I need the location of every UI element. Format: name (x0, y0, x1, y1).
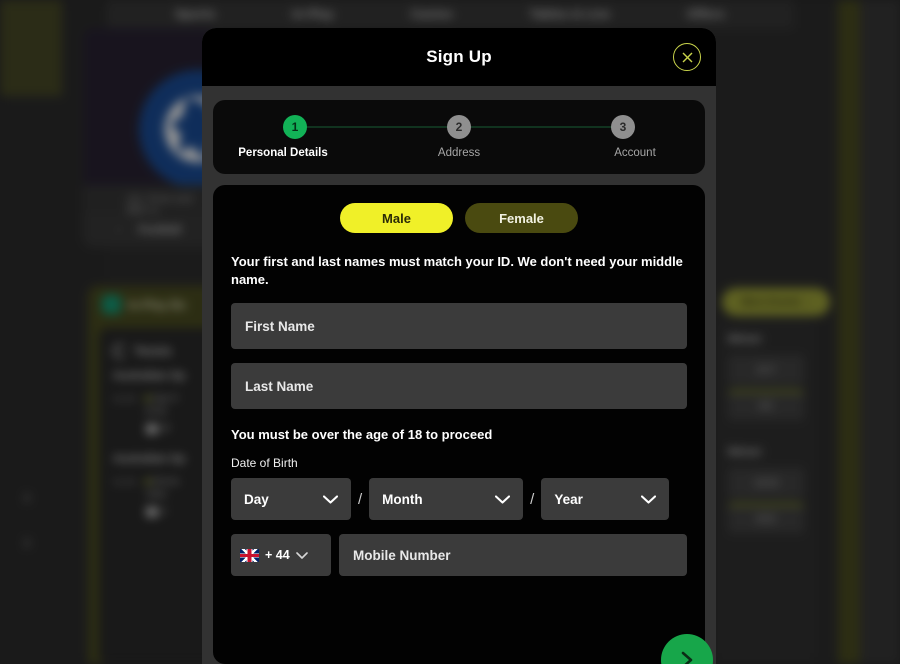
dob-separator: / (358, 490, 363, 508)
dob-day-value: Day (244, 491, 269, 507)
stepper-step-1[interactable]: 1 (283, 115, 307, 139)
modal-header: Sign Up (202, 28, 716, 86)
country-code-value: + 44 (265, 548, 290, 562)
personal-details-form: Male Female Your first and last names mu… (213, 185, 713, 664)
stepper-label-address: Address (437, 147, 481, 159)
page-title: Sign Up (426, 47, 492, 66)
signup-modal: Sign Up 1 2 3 Personal Details Address A… (202, 28, 716, 664)
dob-year-value: Year (554, 491, 583, 507)
gender-female-button[interactable]: Female (465, 203, 578, 233)
last-name-input[interactable] (231, 363, 687, 409)
dob-separator: / (530, 490, 535, 508)
stepper-step-3[interactable]: 3 (611, 115, 635, 139)
date-of-birth-row: Day / Month / Year (231, 478, 687, 520)
dob-day-select[interactable]: Day (231, 478, 351, 520)
stepper-track: 1 2 3 (283, 114, 635, 140)
gender-toggle-group: Male Female (231, 203, 687, 233)
dob-year-select[interactable]: Year (541, 478, 670, 520)
close-button[interactable] (673, 43, 701, 71)
chevron-down-icon (323, 494, 338, 504)
name-helper-text: Your first and last names must match you… (231, 254, 683, 287)
dob-month-value: Month (382, 491, 423, 507)
close-icon (682, 52, 692, 62)
chevron-right-icon (681, 651, 693, 664)
uk-flag-icon (240, 548, 259, 562)
country-code-select[interactable]: + 44 (231, 534, 331, 576)
next-step-button[interactable] (661, 634, 713, 664)
stepper-label-account: Account (614, 147, 656, 159)
dob-month-select[interactable]: Month (369, 478, 524, 520)
first-name-input[interactable] (231, 303, 687, 349)
age-helper-text: You must be over the age of 18 to procee… (231, 427, 493, 442)
signup-stepper: 1 2 3 Personal Details Address Account (213, 100, 705, 174)
stepper-labels: Personal Details Address Account (225, 147, 693, 159)
date-of-birth-label: Date of Birth (231, 456, 298, 470)
chevron-down-icon (495, 494, 511, 504)
chevron-down-icon (295, 551, 308, 559)
gender-male-button[interactable]: Male (340, 203, 453, 233)
phone-row: + 44 (231, 534, 687, 576)
chevron-down-icon (641, 494, 657, 504)
stepper-label-personal-details: Personal Details (238, 147, 328, 159)
mobile-number-input[interactable] (339, 534, 687, 576)
stepper-step-2[interactable]: 2 (447, 115, 471, 139)
